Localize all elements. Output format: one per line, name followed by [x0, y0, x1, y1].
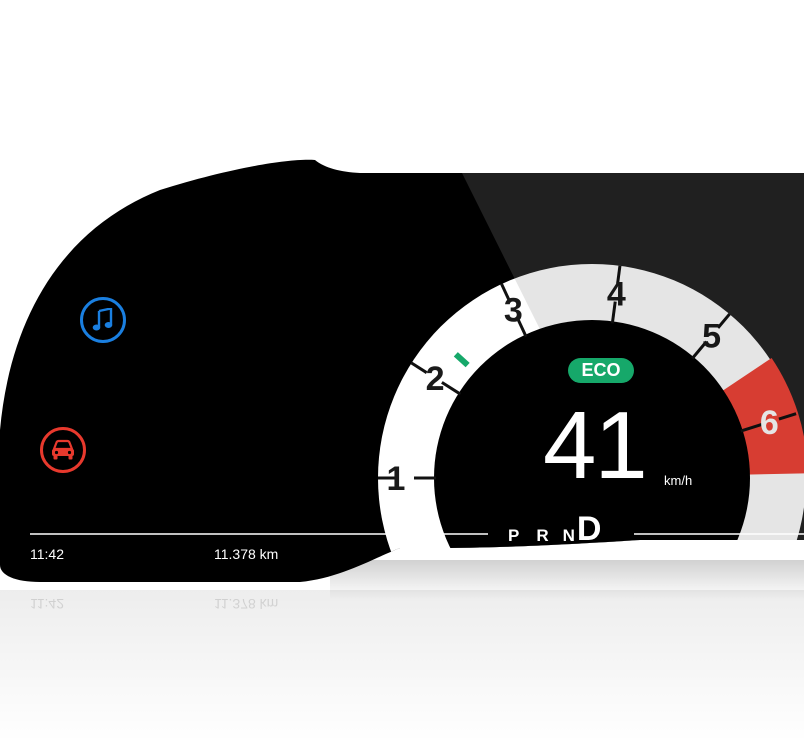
clock: 11:42: [30, 546, 64, 562]
gear-selector: P R N D: [508, 510, 601, 546]
gear-reverse: R: [536, 526, 549, 545]
tachometer-label: 2: [426, 360, 445, 398]
tachometer-label: 3: [504, 291, 523, 329]
eco-badge: ECO: [568, 358, 634, 383]
gear-neutral: N: [562, 526, 575, 545]
cluster-graphics: 123 456: [0, 159, 804, 743]
odometer: 11.378 km: [214, 546, 279, 562]
tachometer-label: 1: [387, 460, 406, 498]
speed-value: 41: [543, 392, 648, 499]
floor-reflection: [0, 590, 804, 743]
clock-reflection: 11:42: [30, 596, 64, 612]
odometer-reflection: 11.378 km: [214, 596, 279, 612]
music-note-icon: [92, 308, 113, 331]
car-icon: [52, 439, 74, 460]
vehicle-button[interactable]: [40, 427, 86, 473]
speed-unit: km/h: [664, 473, 693, 488]
gear-park: P: [508, 526, 520, 545]
music-button[interactable]: [80, 297, 126, 343]
gear-drive-active: D: [576, 510, 602, 548]
eco-badge-label: ECO: [581, 360, 621, 380]
instrument-cluster: 123456 ECO 41 km/h P R N D 11:42 11.378 …: [0, 0, 804, 743]
